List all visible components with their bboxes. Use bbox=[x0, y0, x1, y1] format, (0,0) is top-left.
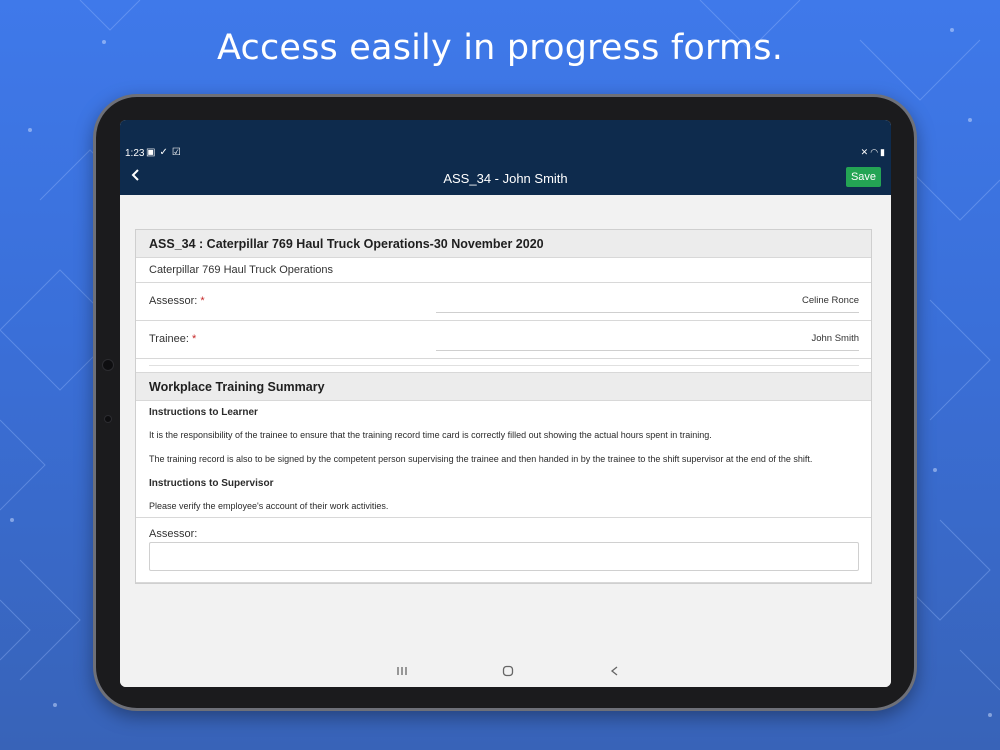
learner-heading: Instructions to Learner bbox=[149, 407, 258, 418]
android-nav-bar bbox=[120, 659, 891, 687]
wifi-icon: ◠ bbox=[870, 147, 881, 157]
camera-dot bbox=[104, 415, 112, 423]
check-icon: ✓ bbox=[159, 147, 172, 158]
summary-body: Instructions to Learner It is the respon… bbox=[136, 401, 871, 511]
app-bar: 1:23 ▣✓☑ ✕◠▮ ASS_34 - John Smith Save bbox=[120, 120, 891, 195]
form-content: ASS_34 : Caterpillar 769 Haul Truck Oper… bbox=[135, 229, 872, 584]
required-marker: * bbox=[200, 295, 205, 307]
assessor-input[interactable] bbox=[149, 542, 859, 571]
device-screen: 1:23 ▣✓☑ ✕◠▮ ASS_34 - John Smith Save AS… bbox=[120, 120, 891, 687]
nav-back-button[interactable] bbox=[609, 665, 621, 680]
trainee-row: Trainee: * John Smith bbox=[136, 321, 871, 359]
app-bar-title: ASS_34 - John Smith bbox=[443, 171, 568, 186]
mute-icon: ✕ bbox=[860, 147, 871, 157]
clipboard-icon: ☑ bbox=[171, 147, 185, 158]
status-icons-right: ✕◠▮ bbox=[861, 147, 887, 158]
supervisor-paragraph: Please verify the employee's account of … bbox=[149, 501, 389, 511]
headline: Access easily in progress forms. bbox=[216, 28, 784, 68]
form-title: ASS_34 : Caterpillar 769 Haul Truck Oper… bbox=[136, 230, 871, 258]
status-icons-left: ▣✓☑ bbox=[146, 147, 185, 158]
assessor-label: Assessor: * bbox=[149, 295, 205, 307]
battery-icon: ▮ bbox=[880, 147, 887, 157]
assessor-row: Assessor: * Celine Ronce bbox=[136, 283, 871, 321]
trainee-label: Trainee: * bbox=[149, 333, 197, 345]
image-icon: ▣ bbox=[146, 147, 160, 158]
camera-dot bbox=[102, 359, 114, 371]
home-icon bbox=[502, 665, 514, 677]
required-marker: * bbox=[192, 333, 197, 345]
learner-paragraph-2: The training record is also to be signed… bbox=[149, 454, 813, 464]
home-button[interactable] bbox=[502, 665, 514, 680]
trainee-field[interactable]: John Smith bbox=[436, 327, 859, 351]
assessor-input-label: Assessor: bbox=[149, 528, 198, 540]
status-time: 1:23 bbox=[125, 148, 145, 159]
recents-button[interactable] bbox=[396, 665, 408, 680]
section-divider bbox=[136, 359, 871, 373]
assessor-field[interactable]: Celine Ronce bbox=[436, 289, 859, 313]
summary-title: Workplace Training Summary bbox=[136, 373, 871, 401]
back-icon bbox=[610, 666, 618, 676]
form-subtitle: Caterpillar 769 Haul Truck Operations bbox=[136, 258, 871, 283]
supervisor-heading: Instructions to Supervisor bbox=[149, 478, 274, 489]
recents-icon bbox=[397, 667, 407, 675]
form-card: ASS_34 : Caterpillar 769 Haul Truck Oper… bbox=[135, 229, 872, 584]
assessor-input-block: Assessor: bbox=[136, 517, 871, 583]
save-button[interactable]: Save bbox=[846, 167, 881, 187]
learner-paragraph-1: It is the responsibility of the trainee … bbox=[149, 430, 712, 440]
